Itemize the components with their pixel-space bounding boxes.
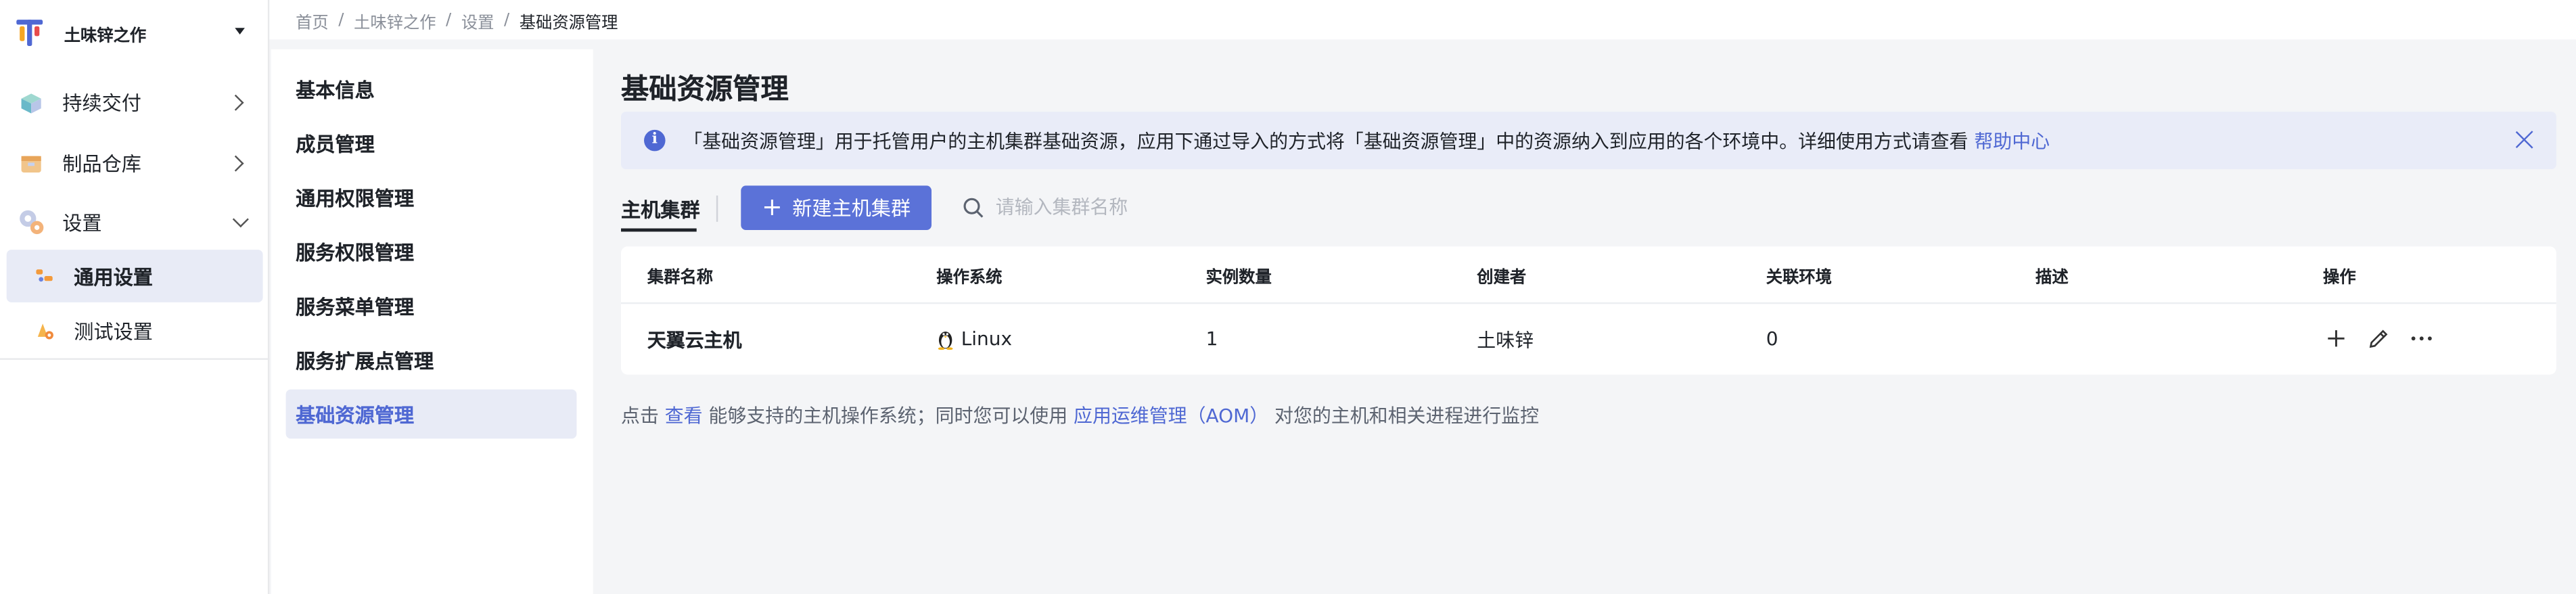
breadcrumb-separator: / (446, 10, 452, 29)
column-header-env: 关联环境 (1766, 269, 1832, 288)
column-header-actions: 操作 (2323, 269, 2356, 288)
sidebar-item-label: 制品仓库 (62, 152, 141, 175)
edit-icon[interactable] (2366, 327, 2392, 350)
cell-creator: 土味锌 (1477, 328, 1534, 352)
tab-active-indicator (621, 228, 697, 232)
sidebar-subitem-label: 测试设置 (74, 319, 153, 343)
brand-name: 土味锌之作 (64, 27, 147, 45)
sidebar-subitem-general-settings[interactable]: 通用设置 (6, 250, 263, 302)
search-icon (963, 198, 984, 218)
toolbar: 主机集群 + 新建主机集群 (621, 185, 2556, 232)
column-header-description: 描述 (2036, 269, 2069, 288)
footnote-text: 能够支持的主机操作系统；同时您可以使用 (708, 404, 1068, 428)
aom-link[interactable]: 应用运维管理（AOM） (1074, 404, 1268, 427)
sidebar-divider (0, 358, 270, 360)
general-settings-icon (36, 269, 53, 282)
breadcrumb-settings[interactable]: 设置 (461, 7, 495, 32)
artifact-icon (21, 156, 41, 173)
sidebar-subitem-label: 通用设置 (74, 265, 153, 289)
settings-menu: 基本信息 成员管理 通用权限管理 服务权限管理 服务菜单管理 服务扩展点管理 基… (271, 49, 593, 594)
delivery-icon (21, 93, 41, 114)
search-box (963, 185, 1324, 230)
search-input[interactable] (995, 190, 1308, 224)
info-message: 「基础资源管理」用于托管用户的主机集群基础资源，应用下通过导入的方式将「基础资源… (683, 129, 1969, 153)
settings-menu-item-service-menu[interactable]: 服务菜单管理 (286, 281, 577, 330)
settings-icon (20, 210, 44, 235)
more-icon[interactable] (2408, 327, 2435, 350)
cell-instances: 1 (1205, 327, 1218, 350)
chevron-right-icon (227, 154, 244, 171)
brand[interactable]: 土味锌之作 (0, 0, 268, 66)
footnote-text: 对您的主机和相关进程进行监控 (1274, 404, 1540, 428)
footnote: 点击 查看 能够支持的主机操作系统；同时您可以使用 应用运维管理（AOM） 对您… (621, 403, 1539, 429)
settings-menu-item-extension-points[interactable]: 服务扩展点管理 (286, 335, 577, 384)
settings-menu-item-basic-info[interactable]: 基本信息 (286, 64, 577, 114)
page-title: 基础资源管理 (621, 74, 789, 107)
breadcrumb-separator: / (503, 10, 510, 29)
info-text: 「基础资源管理」用于托管用户的主机集群基础资源，应用下通过导入的方式将「基础资源… (683, 128, 2050, 154)
breadcrumb-current: 基础资源管理 (519, 14, 618, 32)
settings-menu-item-members[interactable]: 成员管理 (286, 118, 577, 168)
info-banner: i 「基础资源管理」用于托管用户的主机集群基础资源，应用下通过导入的方式将「基础… (621, 112, 2556, 170)
cell-cluster-name[interactable]: 天翼云主机 (647, 327, 742, 353)
settings-menu-item-basic-resources[interactable]: 基础资源管理 (285, 389, 577, 439)
cell-os: Linux (936, 327, 1012, 350)
linux-icon (938, 330, 953, 350)
toolbar-divider (716, 196, 718, 222)
sidebar-item-label: 设置 (62, 211, 102, 235)
row-actions (2323, 327, 2451, 350)
app-root: 土味锌之作 持续交付 制品仓库 设置 通用设置 测试设置 首页 / 土味锌之作 … (0, 0, 2576, 594)
settings-menu-item-service-permissions[interactable]: 服务权限管理 (286, 227, 577, 276)
main-content: 基础资源管理 i 「基础资源管理」用于托管用户的主机集群基础资源，应用下通过导入… (595, 39, 2576, 594)
help-center-link[interactable]: 帮助中心 (1974, 130, 2050, 153)
sidebar-item-label: 持续交付 (62, 91, 141, 114)
chevron-down-icon (232, 211, 249, 228)
tab-host-clusters[interactable]: 主机集群 (621, 196, 700, 223)
settings-menu-item-general-permissions[interactable]: 通用权限管理 (286, 173, 577, 222)
sidebar-item-delivery[interactable]: 持续交付 (0, 76, 269, 129)
new-host-cluster-label: 新建主机集群 (792, 197, 911, 221)
host-cluster-table: 集群名称 操作系统 实例数量 创建者 关联环境 描述 操作 天翼云主机 Linu… (621, 246, 2556, 375)
column-header-creator: 创建者 (1477, 269, 1527, 288)
column-header-instances: 实例数量 (1205, 269, 1272, 288)
sidebar-item-artifacts[interactable]: 制品仓库 (0, 137, 269, 189)
breadcrumb: 首页 / 土味锌之作 / 设置 / 基础资源管理 (269, 0, 2576, 40)
view-supported-os-link[interactable]: 查看 (665, 404, 703, 427)
plus-icon: + (762, 192, 783, 222)
cell-env: 0 (1766, 327, 1778, 350)
sidebar: 土味锌之作 持续交付 制品仓库 设置 通用设置 测试设置 (0, 0, 270, 594)
brand-logo-icon (16, 20, 43, 47)
sidebar-subitem-test-settings[interactable]: 测试设置 (7, 304, 263, 357)
column-header-os: 操作系统 (936, 269, 1003, 288)
test-settings-icon (37, 323, 53, 340)
footnote-text: 点击 (621, 404, 659, 428)
breadcrumb-separator: / (338, 10, 344, 29)
brand-dropdown-icon[interactable] (235, 28, 245, 35)
sidebar-item-settings[interactable]: 设置 (0, 196, 269, 248)
breadcrumb-home[interactable]: 首页 (296, 7, 329, 32)
breadcrumb-project[interactable]: 土味锌之作 (354, 7, 436, 32)
chevron-right-icon (227, 93, 244, 110)
column-header-name: 集群名称 (647, 269, 714, 288)
new-host-cluster-button[interactable]: + 新建主机集群 (741, 185, 932, 231)
table-header-divider (621, 302, 2556, 304)
os-name: Linux (961, 327, 1013, 350)
info-icon: i (644, 129, 666, 152)
add-icon[interactable] (2323, 327, 2349, 350)
close-icon[interactable] (2515, 130, 2535, 150)
